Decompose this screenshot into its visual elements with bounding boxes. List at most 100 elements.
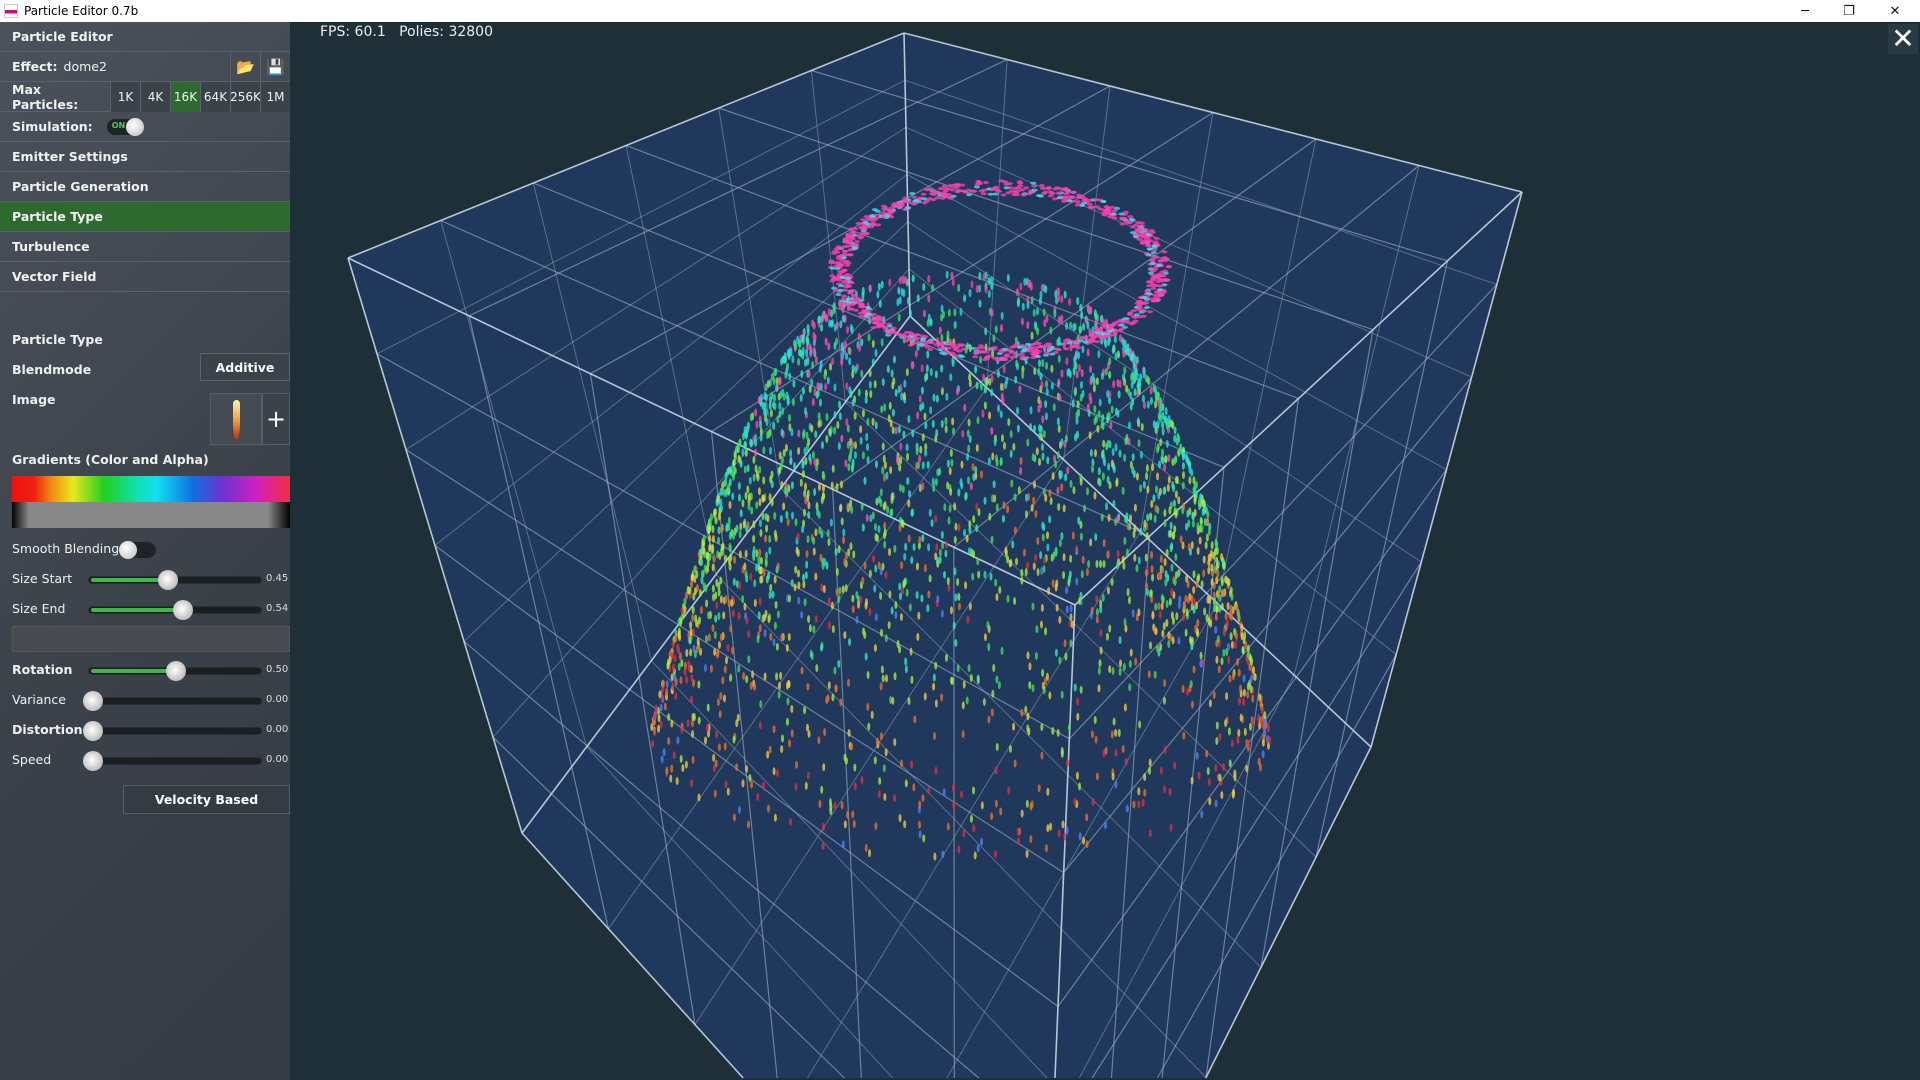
close-window-button[interactable]: ✕ <box>1873 0 1917 22</box>
particle <box>845 552 848 560</box>
particle <box>1127 588 1130 596</box>
particle <box>1170 824 1173 832</box>
section-tab[interactable]: Particle Generation <box>0 172 290 202</box>
particle <box>767 380 770 388</box>
particle <box>1174 457 1177 465</box>
particle <box>1185 575 1188 583</box>
slider-track[interactable] <box>88 757 262 765</box>
particle <box>723 694 726 702</box>
velocity-based-button[interactable]: Velocity Based <box>123 785 290 814</box>
particle <box>1215 800 1218 808</box>
particle <box>1044 627 1047 635</box>
particle <box>1009 356 1015 359</box>
alpha-gradient[interactable] <box>12 502 290 528</box>
particle <box>1022 348 1028 351</box>
particle <box>1078 597 1081 605</box>
section-tab[interactable]: Vector Field <box>0 262 290 292</box>
particle <box>968 664 971 672</box>
particle <box>700 558 703 566</box>
particle <box>933 674 936 682</box>
slider-track[interactable] <box>88 606 262 614</box>
simulation-toggle[interactable]: ON <box>107 119 143 135</box>
particle <box>1013 597 1016 605</box>
particle <box>1102 560 1105 568</box>
particle <box>899 484 902 492</box>
particle <box>815 356 818 364</box>
particle <box>924 374 927 382</box>
particle <box>921 193 927 196</box>
slider-track[interactable] <box>88 667 262 675</box>
slider-thumb[interactable] <box>83 751 103 771</box>
max-particles-option[interactable]: 1M <box>260 82 290 112</box>
particle <box>747 464 750 472</box>
slider-thumb[interactable] <box>166 661 186 681</box>
particle <box>690 674 693 682</box>
particle <box>703 582 706 590</box>
particle <box>814 430 817 438</box>
particle <box>1032 497 1035 505</box>
open-folder-icon[interactable]: 📂 <box>230 52 260 82</box>
particle <box>935 429 938 437</box>
particle <box>836 264 842 267</box>
particle <box>759 721 762 729</box>
section-tab[interactable]: Emitter Settings <box>0 142 290 172</box>
section-tab[interactable]: Particle Type <box>0 202 290 232</box>
max-particles-option[interactable]: 16K <box>170 82 200 112</box>
particle <box>797 597 800 605</box>
particle <box>714 508 717 516</box>
slider-track[interactable] <box>88 697 262 705</box>
save-icon[interactable]: 💾 <box>260 52 290 82</box>
minimize-button[interactable]: ─ <box>1783 0 1827 22</box>
particle <box>1061 750 1064 758</box>
max-particles-option[interactable]: 64K <box>200 82 230 112</box>
particle <box>1006 505 1009 513</box>
particle-image-preview[interactable] <box>210 393 262 445</box>
particle <box>1111 323 1117 326</box>
restore-button[interactable]: ❐ <box>1827 0 1871 22</box>
section-tab[interactable]: Turbulence <box>0 232 290 262</box>
particle <box>807 535 810 543</box>
max-particles-option[interactable]: 4K <box>140 82 170 112</box>
slider-thumb[interactable] <box>83 721 103 741</box>
particle <box>1209 699 1212 707</box>
particle <box>907 415 910 423</box>
smooth-blending-toggle[interactable] <box>120 542 156 558</box>
max-particles-option[interactable]: 256K <box>230 82 260 112</box>
particle <box>892 409 895 417</box>
particle <box>738 612 741 620</box>
particle <box>962 701 965 709</box>
particle <box>948 517 951 525</box>
slider-track[interactable] <box>88 576 262 584</box>
slider-thumb[interactable] <box>158 570 178 590</box>
slider-track[interactable] <box>88 727 262 735</box>
particle <box>867 456 870 464</box>
particle <box>824 372 827 380</box>
particle <box>1087 560 1090 568</box>
particle <box>807 772 810 780</box>
particle <box>929 574 932 582</box>
particle <box>921 794 924 802</box>
particle <box>872 555 875 563</box>
particle <box>781 429 784 437</box>
particle <box>891 382 894 390</box>
particle <box>1099 600 1102 608</box>
slider-thumb[interactable] <box>83 691 103 711</box>
particle <box>1101 514 1104 522</box>
max-particles-option[interactable]: 1K <box>110 82 140 112</box>
blendmode-dropdown[interactable]: Additive <box>200 353 290 381</box>
add-image-button[interactable]: + <box>262 393 290 445</box>
particle <box>1106 416 1109 424</box>
color-gradient[interactable] <box>12 476 290 502</box>
particle <box>875 315 881 318</box>
slider-thumb[interactable] <box>173 600 193 620</box>
viewport-close-button[interactable]: ✕ <box>1888 24 1918 54</box>
particle <box>1016 407 1019 415</box>
particle <box>845 584 848 592</box>
particle <box>714 615 717 623</box>
particle <box>1033 562 1036 570</box>
particle <box>875 210 881 213</box>
particle <box>968 526 971 534</box>
particle <box>1188 685 1191 693</box>
particle <box>727 523 730 531</box>
particle <box>1268 736 1271 744</box>
